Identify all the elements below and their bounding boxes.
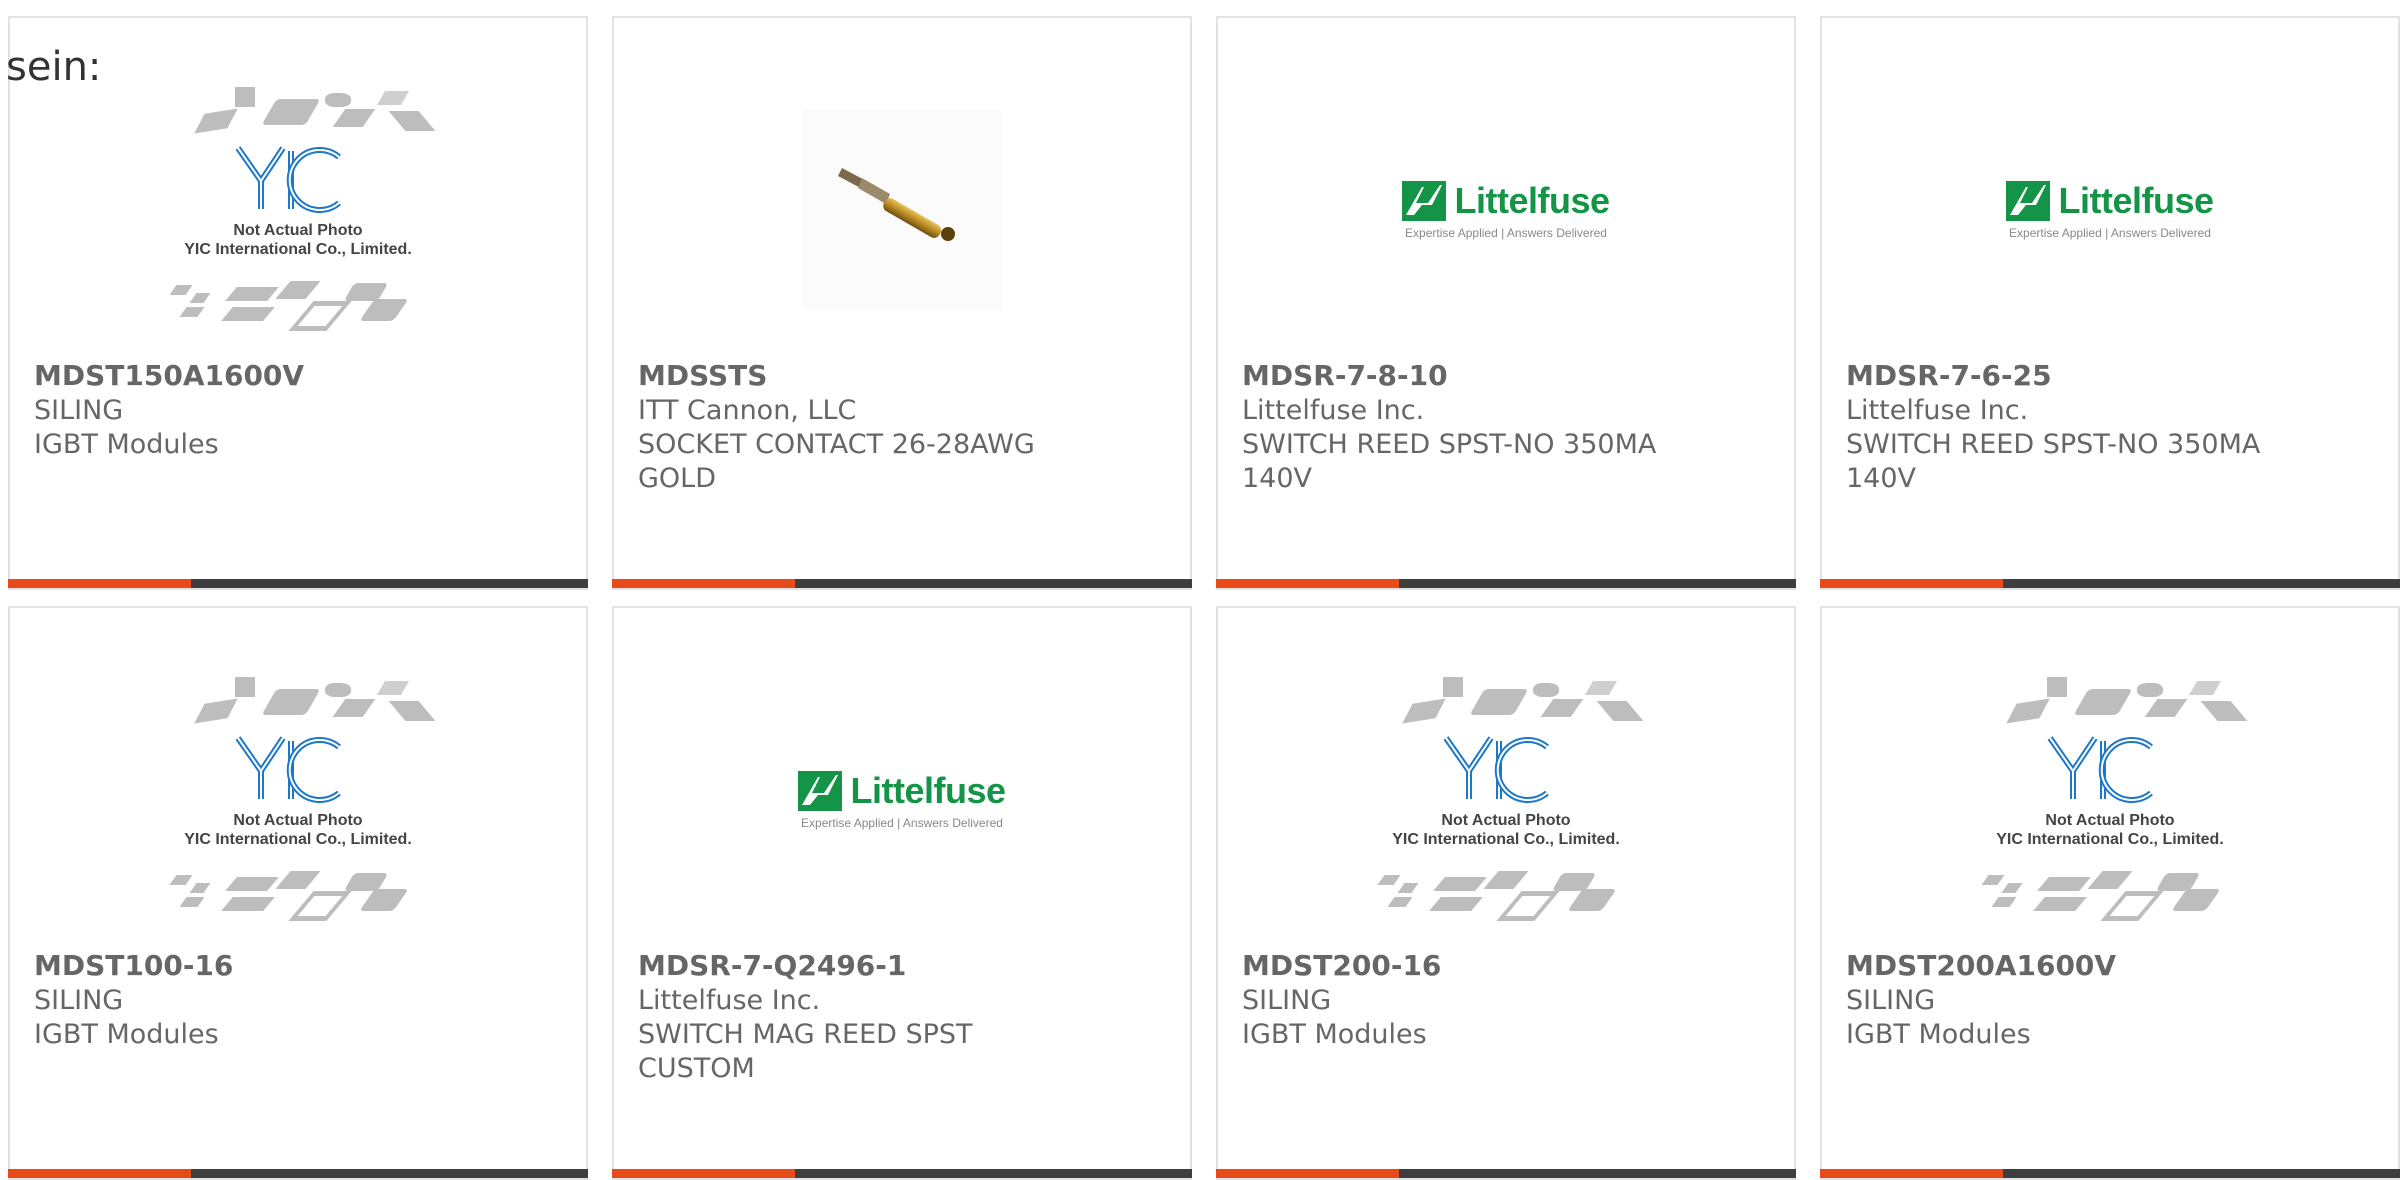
contact-pin-photo xyxy=(802,110,1002,310)
placeholder-line-2: YIC International Co., Limited. xyxy=(184,831,412,848)
littelfuse-name: Littelfuse xyxy=(1454,180,1610,221)
product-card[interactable]: Not Actual Photo YIC International Co., … xyxy=(8,606,588,1180)
manufacturer: ITT Cannon, LLC xyxy=(638,395,857,426)
yic-placeholder-image: Not Actual Photo YIC International Co., … xyxy=(153,85,443,335)
yic-logo-icon xyxy=(1443,736,1549,803)
littelfuse-tagline: Expertise Applied | Answers Delivered xyxy=(1405,226,1607,240)
card-bar xyxy=(612,1169,1192,1178)
yic-placeholder-image: Not Actual Photo YIC International Co., … xyxy=(1965,675,2255,925)
placeholder-line-2: YIC International Co., Limited. xyxy=(1996,831,2224,848)
littelfuse-tagline: Expertise Applied | Answers Delivered xyxy=(2009,226,2211,240)
littelfuse-mark-icon xyxy=(2006,181,2051,221)
product-description: SOCKET CONTACT 26-28AWG GOLD xyxy=(638,429,1035,494)
manufacturer: SILING xyxy=(1846,985,1936,1016)
part-number[interactable]: MDSSTS xyxy=(638,358,1166,394)
placeholder-line-2: YIC International Co., Limited. xyxy=(1392,831,1620,848)
part-number[interactable]: MDSR-7-6-25 xyxy=(1846,358,2374,394)
littelfuse-mark-icon xyxy=(798,771,843,811)
product-description: SWITCH MAG REED SPST CUSTOM xyxy=(638,1019,973,1084)
product-description: IGBT Modules xyxy=(34,1019,219,1050)
littelfuse-name: Littelfuse xyxy=(850,770,1006,811)
littelfuse-tagline: Expertise Applied | Answers Delivered xyxy=(801,816,1003,830)
placeholder-line-2: YIC International Co., Limited. xyxy=(184,241,412,258)
part-number[interactable]: MDSR-7-8-10 xyxy=(1242,358,1770,394)
manufacturer: Littelfuse Inc. xyxy=(1846,395,2029,426)
product-description: SWITCH REED SPST-NO 350MA 140V xyxy=(1846,429,2261,494)
yic-placeholder-image: Not Actual Photo YIC International Co., … xyxy=(153,675,443,925)
yic-logo-icon xyxy=(235,146,341,213)
manufacturer: Littelfuse Inc. xyxy=(638,985,821,1016)
yic-placeholder-image: Not Actual Photo YIC International Co., … xyxy=(1361,675,1651,925)
product-card[interactable]: Not Actual Photo YIC International Co., … xyxy=(1820,606,2400,1180)
part-number[interactable]: MDST200-16 xyxy=(1242,948,1770,984)
card-bar xyxy=(8,1169,588,1178)
product-card[interactable]: Not Actual Photo YIC International Co., … xyxy=(8,16,588,590)
card-bar xyxy=(8,579,588,588)
placeholder-line-1: Not Actual Photo xyxy=(233,222,363,239)
manufacturer: SILING xyxy=(34,395,124,426)
yic-logo-icon xyxy=(235,736,341,803)
card-bar-accent xyxy=(1216,579,1399,588)
product-card[interactable]: Littelfuse Expertise Applied | Answers D… xyxy=(1820,16,2400,590)
product-card[interactable]: MDSSTS ITT Cannon, LLC SOCKET CONTACT 26… xyxy=(612,16,1192,590)
product-grid: Not Actual Photo YIC International Co., … xyxy=(8,16,2400,1180)
card-bar-accent xyxy=(612,579,795,588)
card-bar xyxy=(1820,579,2400,588)
manufacturer: SILING xyxy=(34,985,124,1016)
littelfuse-logo: Littelfuse Expertise Applied | Answers D… xyxy=(798,770,1006,830)
product-card[interactable]: Littelfuse Expertise Applied | Answers D… xyxy=(1216,16,1796,590)
littelfuse-mark-icon xyxy=(1402,181,1447,221)
placeholder-line-1: Not Actual Photo xyxy=(2045,812,2175,829)
littelfuse-logo: Littelfuse Expertise Applied | Answers D… xyxy=(1402,180,1610,240)
card-bar-accent xyxy=(8,1169,191,1178)
product-description: IGBT Modules xyxy=(1242,1019,1427,1050)
placeholder-line-1: Not Actual Photo xyxy=(1441,812,1571,829)
card-bar xyxy=(612,579,1192,588)
part-number[interactable]: MDSR-7-Q2496-1 xyxy=(638,948,1166,984)
yic-logo-icon xyxy=(2047,736,2153,803)
card-bar-accent xyxy=(612,1169,795,1178)
card-bar-accent xyxy=(1820,579,2003,588)
manufacturer: SILING xyxy=(1242,985,1332,1016)
card-bar-accent xyxy=(1216,1169,1399,1178)
card-bar xyxy=(1216,1169,1796,1178)
part-number[interactable]: MDST100-16 xyxy=(34,948,562,984)
card-bar-accent xyxy=(8,579,191,588)
product-description: IGBT Modules xyxy=(1846,1019,2031,1050)
section-heading: sein: xyxy=(6,44,102,90)
littelfuse-logo: Littelfuse Expertise Applied | Answers D… xyxy=(2006,180,2214,240)
manufacturer: Littelfuse Inc. xyxy=(1242,395,1425,426)
placeholder-line-1: Not Actual Photo xyxy=(233,812,363,829)
card-bar xyxy=(1820,1169,2400,1178)
product-description: SWITCH REED SPST-NO 350MA 140V xyxy=(1242,429,1657,494)
littelfuse-name: Littelfuse xyxy=(2058,180,2214,221)
part-number[interactable]: MDST200A1600V xyxy=(1846,948,2374,984)
product-description: IGBT Modules xyxy=(34,429,219,460)
product-card[interactable]: Littelfuse Expertise Applied | Answers D… xyxy=(612,606,1192,1180)
card-bar-accent xyxy=(1820,1169,2003,1178)
part-number[interactable]: MDST150A1600V xyxy=(34,358,562,394)
card-bar xyxy=(1216,579,1796,588)
product-card[interactable]: Not Actual Photo YIC International Co., … xyxy=(1216,606,1796,1180)
